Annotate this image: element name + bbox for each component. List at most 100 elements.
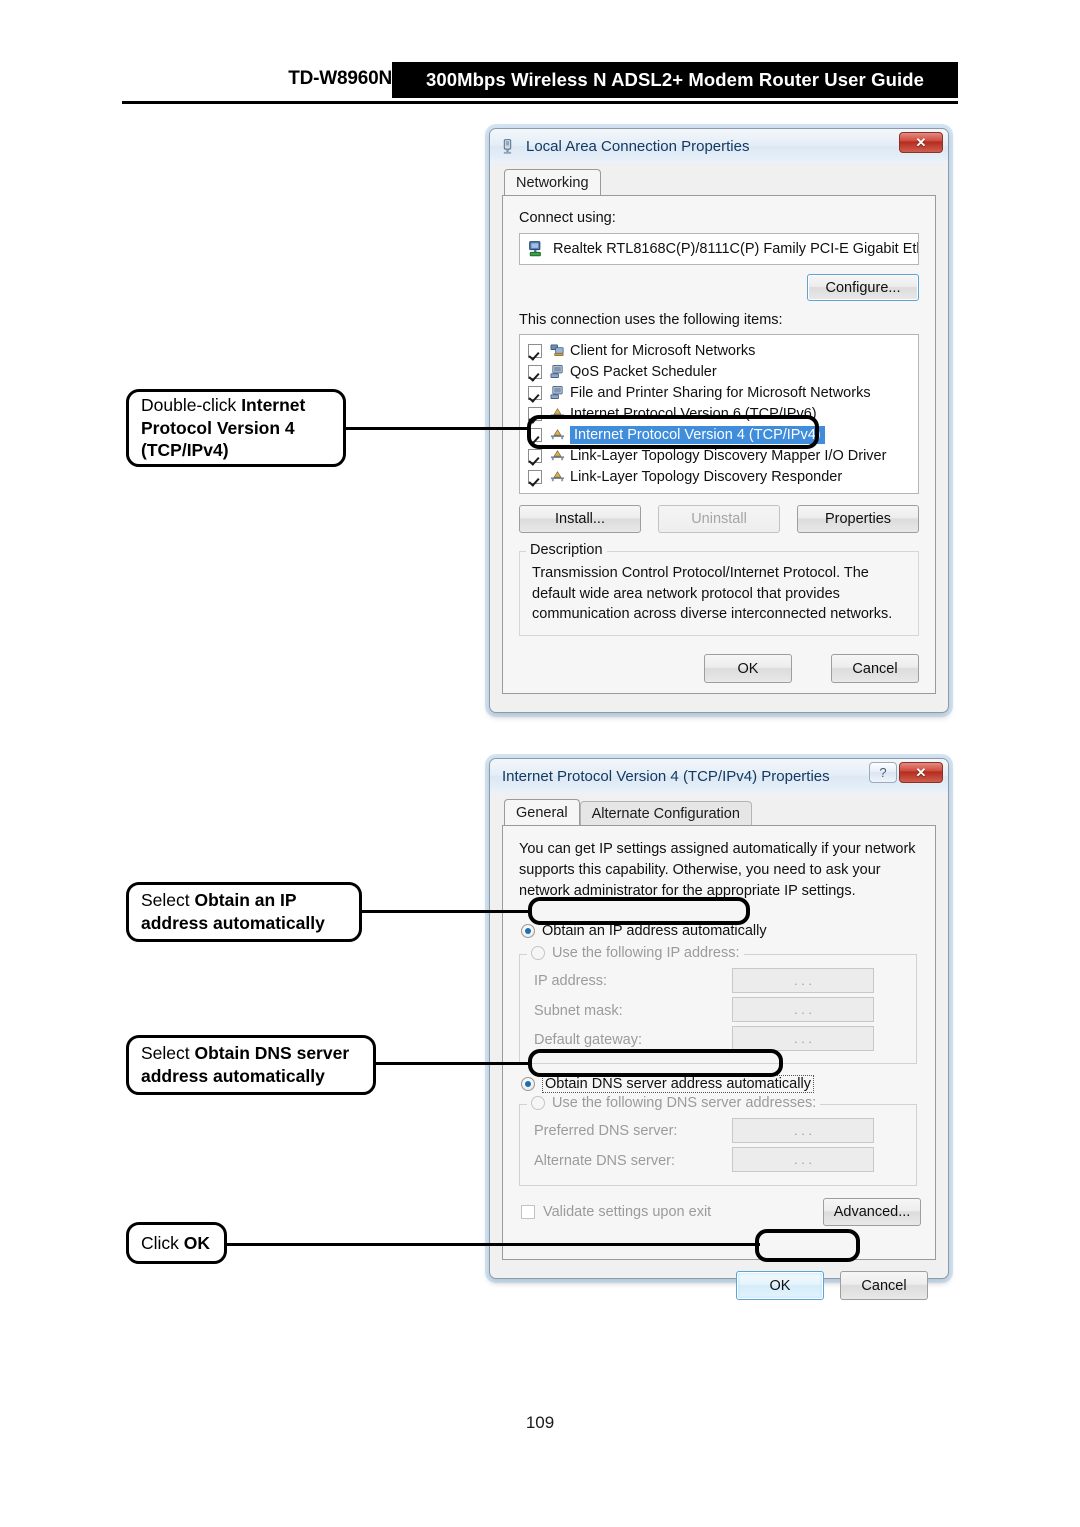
description-groupbox: Description Transmission Control Protoco… [519, 542, 919, 636]
dialog2-window-buttons[interactable]: ? ✕ [869, 762, 943, 783]
default-gateway-label: Default gateway: [534, 1032, 643, 1048]
list-item[interactable]: File and Printer Sharing for Microsoft N… [520, 382, 918, 403]
item-label: Internet Protocol Version 6 (TCP/IPv6) [570, 405, 817, 422]
callout3-bold2: address automatically [141, 1066, 325, 1086]
protocol-icon [550, 408, 565, 419]
callout-select-obtain-ip: Select Obtain an IP address automaticall… [126, 882, 362, 942]
callout2-bold1: Obtain an IP [194, 890, 297, 911]
network-items-list[interactable]: Client for Microsoft Networks QoS Packet… [520, 335, 918, 487]
radio-use-following-ip[interactable]: Use the following IP address: [527, 945, 744, 961]
dialog2-tabpanel: You can get IP settings assigned automat… [502, 825, 936, 1260]
service-icon [550, 385, 563, 400]
connector-line-2 [360, 910, 532, 913]
network-items-listbox[interactable]: Client for Microsoft Networks QoS Packet… [519, 334, 919, 494]
item-checkbox[interactable] [528, 448, 542, 463]
dialog1-window-buttons[interactable]: ✕ [899, 132, 943, 153]
header-model-name: TD-W8960N [288, 68, 392, 89]
client-network-icon [550, 344, 564, 357]
header-title-band: 300Mbps Wireless N ADSL2+ Modem Router U… [392, 62, 958, 98]
subnet-mask-label: Subnet mask: [534, 1003, 623, 1019]
callout1-line1-bold: Internet [241, 394, 306, 415]
item-checkbox[interactable] [528, 343, 542, 358]
callout4-bold: OK [183, 1232, 211, 1253]
dialog2-ok-button[interactable]: OK [736, 1271, 824, 1300]
dialog1-ok-button[interactable]: OK [704, 654, 792, 683]
dialog2-body: General Alternate Configuration You can … [494, 799, 944, 1300]
radio-indicator[interactable] [531, 946, 545, 960]
item-label: Link-Layer Topology Discovery Mapper I/O… [570, 447, 887, 464]
dialog2-titlebar[interactable]: Internet Protocol Version 4 (TCP/IPv4) P… [490, 759, 948, 793]
properties-button[interactable]: Properties [797, 505, 919, 533]
close-icon[interactable]: ✕ [899, 762, 943, 783]
list-item[interactable]: Link-Layer Topology Discovery Mapper I/O… [520, 445, 918, 466]
protocol-icon [550, 471, 565, 482]
dialog1-tabstrip[interactable]: Networking [494, 169, 944, 195]
callout1-line1-plain: Double-click [141, 394, 242, 415]
validate-settings-checkbox[interactable]: Validate settings upon exit [521, 1204, 711, 1220]
item-label: QoS Packet Scheduler [570, 363, 717, 380]
radio-indicator[interactable] [531, 1096, 545, 1110]
protocol-icon [550, 450, 565, 461]
items-label: This connection uses the following items… [519, 312, 783, 328]
configure-button[interactable]: Configure... [807, 274, 919, 301]
list-item[interactable]: Link-Layer Topology Discovery Responder [520, 466, 918, 487]
header-rule [122, 101, 958, 104]
callout3-plain: Select [141, 1043, 195, 1064]
list-item[interactable]: Internet Protocol Version 4 (TCP/IPv4) [520, 424, 918, 445]
callout-text: Double-click Internet Protocol Version 4… [141, 394, 305, 462]
callout-select-obtain-dns: Select Obtain DNS server address automat… [126, 1035, 376, 1095]
radio-indicator[interactable] [521, 1077, 535, 1091]
list-item[interactable]: QoS Packet Scheduler [520, 361, 918, 382]
callout2-plain: Select [141, 890, 195, 911]
adapter-combobox[interactable]: Realtek RTL8168C(P)/8111C(P) Family PCI-… [519, 233, 919, 265]
list-item[interactable]: Client for Microsoft Networks [520, 340, 918, 361]
item-checkbox[interactable] [528, 427, 542, 442]
checkbox-label: Validate settings upon exit [543, 1204, 712, 1220]
dialog1-cancel-button[interactable]: Cancel [831, 654, 919, 683]
radio-obtain-dns-automatically[interactable]: Obtain DNS server address automatically [521, 1075, 814, 1093]
radio-use-following-dns[interactable]: Use the following DNS server addresses: [527, 1095, 821, 1111]
tab-general[interactable]: General [504, 799, 580, 825]
callout4-plain: Click [141, 1232, 184, 1253]
item-checkbox[interactable] [528, 364, 542, 379]
default-gateway-field: . . . [732, 1026, 874, 1051]
radio-obtain-ip-automatically[interactable]: Obtain an IP address automatically [521, 923, 767, 939]
alternate-dns-field: . . . [732, 1147, 874, 1172]
protocol-icon [550, 429, 565, 440]
connector-line-3 [374, 1062, 532, 1065]
uninstall-button: Uninstall [658, 505, 780, 533]
preferred-dns-field: . . . [732, 1118, 874, 1143]
list-item[interactable]: Internet Protocol Version 6 (TCP/IPv6) [520, 403, 918, 424]
dialog2-title: Internet Protocol Version 4 (TCP/IPv4) P… [502, 767, 830, 785]
item-label-selected[interactable]: Internet Protocol Version 4 (TCP/IPv4) [570, 425, 825, 444]
radio-indicator[interactable] [521, 924, 535, 938]
advanced-button[interactable]: Advanced... [823, 1198, 921, 1226]
dialog1-titlebar[interactable]: Local Area Connection Properties ✕ [490, 129, 948, 163]
dialog1-tabpanel: Connect using: Realtek RTL8168C(P)/8111C… [502, 195, 936, 694]
use-following-ip-groupbox: Use the following IP address: IP address… [519, 945, 917, 1064]
tab-networking[interactable]: Networking [504, 169, 601, 195]
callout1-line3: (TCP/IPv4) [141, 440, 229, 461]
help-icon[interactable]: ? [869, 762, 897, 783]
connect-using-label: Connect using: [519, 210, 616, 226]
tab-alternate-configuration[interactable]: Alternate Configuration [579, 801, 752, 825]
item-checkbox[interactable] [528, 406, 542, 421]
dialog2-tabstrip[interactable]: General Alternate Configuration [494, 799, 944, 825]
page-header: TD-W8960N 300Mbps Wireless N ADSL2+ Mode… [122, 62, 958, 104]
callout-double-click-ipv4: Double-click Internet Protocol Version 4… [126, 389, 346, 467]
close-icon[interactable]: ✕ [899, 132, 943, 153]
callout2-bold2: address automatically [141, 913, 325, 933]
item-label: Client for Microsoft Networks [570, 342, 756, 359]
callout-click-ok: Click OK [126, 1222, 227, 1264]
dialog2-cancel-button[interactable]: Cancel [840, 1271, 928, 1300]
checkbox-indicator[interactable] [521, 1205, 535, 1219]
dialog1-body: Networking Connect using: Realtek RTL816… [494, 169, 944, 710]
connector-line-1 [344, 427, 530, 430]
install-button[interactable]: Install... [519, 505, 641, 533]
ipv4-intro-text: You can get IP settings assigned automat… [519, 841, 916, 899]
item-checkbox[interactable] [528, 469, 542, 484]
radio-label: Obtain an IP address automatically [542, 923, 767, 939]
description-legend: Description [526, 542, 607, 558]
item-checkbox[interactable] [528, 385, 542, 400]
item-label: File and Printer Sharing for Microsoft N… [570, 384, 871, 401]
